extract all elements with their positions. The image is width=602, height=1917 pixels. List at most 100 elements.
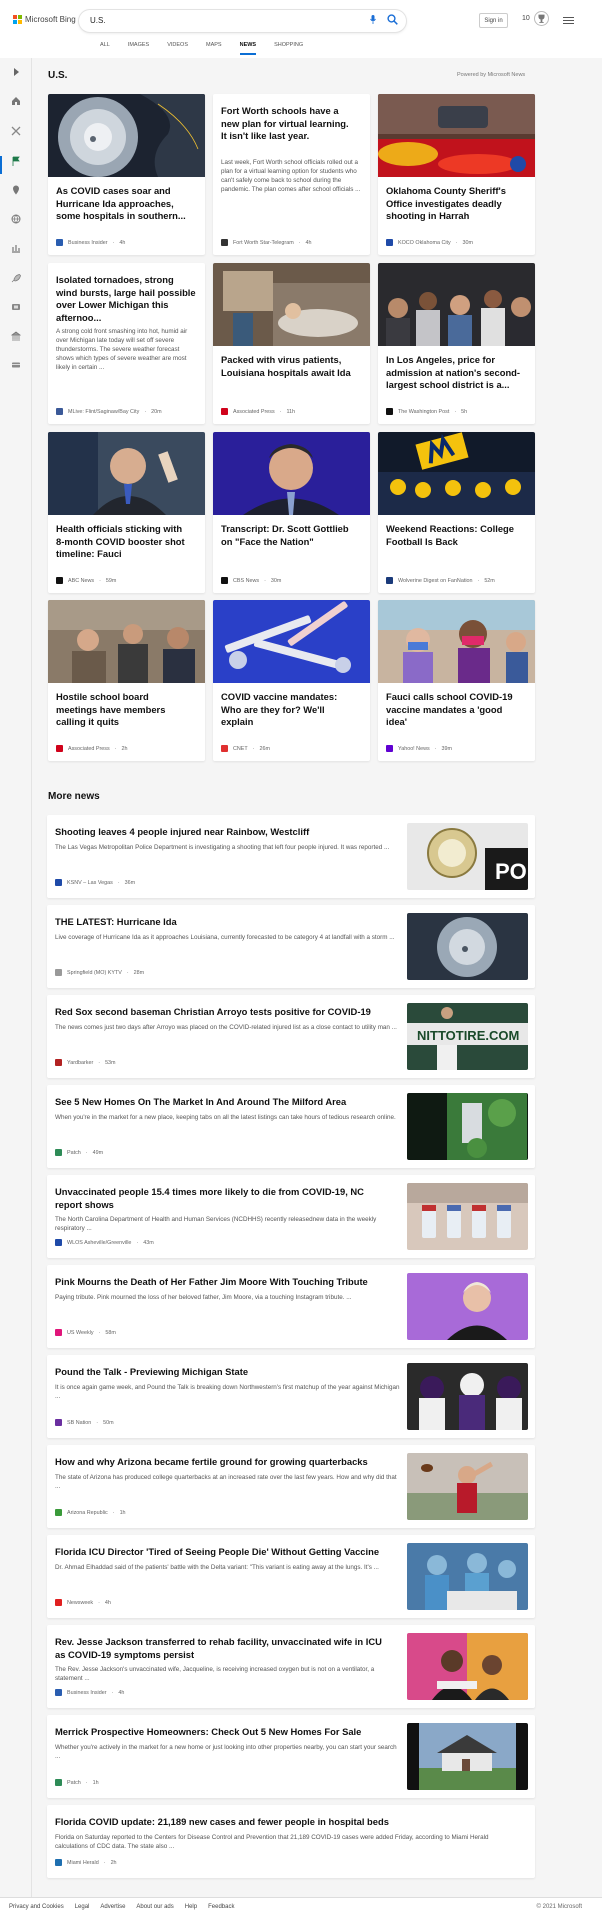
rewards-count[interactable]: 10 — [522, 15, 530, 22]
row-description: The North Carolina Department of Health … — [55, 1216, 377, 1232]
card-title[interactable]: As COVID cases soar and Hurricane Ida ap… — [56, 185, 191, 223]
row-title[interactable]: Florida COVID update: 21,189 new cases a… — [55, 1815, 515, 1828]
row-title[interactable]: How and why Arizona became fertile groun… — [55, 1455, 390, 1468]
row-description: The state of Arizona has produced colleg… — [55, 1474, 397, 1490]
tab-news[interactable]: NEWS — [231, 42, 266, 55]
news-list-item[interactable]: Pink Mourns the Death of Her Father Jim … — [47, 1265, 535, 1348]
card-title[interactable]: Weekend Reactions: College Football Is B… — [386, 523, 521, 548]
card-title[interactable]: COVID vaccine mandates: Who are they for… — [221, 691, 356, 729]
age: 53m — [105, 1059, 116, 1066]
bing-logo[interactable]: Microsoft Bing — [13, 15, 76, 24]
row-source: WLOS Asheville/Greenville · 43m — [55, 1239, 154, 1246]
footer-link-legal[interactable]: Legal — [75, 1904, 90, 1910]
news-list-item[interactable]: Merrick Prospective Homeowners: Check Ou… — [47, 1715, 535, 1798]
news-list-item[interactable]: Shooting leaves 4 people injured near Ra… — [47, 815, 535, 898]
source-logo-icon — [55, 1329, 62, 1336]
source-logo-icon — [55, 879, 62, 886]
news-card[interactable]: As COVID cases soar and Hurricane Ida ap… — [48, 94, 205, 255]
news-card[interactable]: Transcript: Dr. Scott Gottlieb on "Face … — [213, 432, 370, 593]
expand-arrow-icon[interactable] — [11, 67, 21, 77]
flag-icon[interactable] — [11, 156, 21, 166]
source-name: Miami Herald — [67, 1859, 99, 1866]
card-title[interactable]: Hostile school board meetings have membe… — [56, 691, 191, 729]
row-title[interactable]: Pound the Talk - Previewing Michigan Sta… — [55, 1365, 390, 1378]
rail-active-indicator — [0, 156, 2, 174]
news-list-item[interactable]: Rev. Jesse Jackson transferred to rehab … — [47, 1625, 535, 1708]
tab-shopping[interactable]: SHOPPING — [265, 42, 312, 55]
politics-building-icon[interactable] — [11, 331, 21, 341]
news-list-item[interactable]: Pound the Talk - Previewing Michigan Sta… — [47, 1355, 535, 1438]
row-title[interactable]: Shooting leaves 4 people injured near Ra… — [55, 825, 390, 838]
news-card[interactable]: Packed with virus patients, Louisiana ho… — [213, 263, 370, 424]
home-icon[interactable] — [11, 96, 21, 106]
money-card-icon[interactable] — [11, 360, 21, 370]
rewards-trophy-icon[interactable] — [534, 11, 549, 26]
row-title[interactable]: Red Sox second baseman Christian Arroyo … — [55, 1005, 390, 1018]
source-logo-icon — [386, 408, 393, 415]
row-title[interactable]: See 5 New Homes On The Market In And Aro… — [55, 1095, 390, 1108]
tab-videos[interactable]: VIDEOS — [158, 42, 197, 55]
footer-link-about-ads[interactable]: About our ads — [136, 1904, 173, 1910]
svg-text:NITTOTIRE.COM: NITTOTIRE.COM — [417, 1028, 519, 1043]
news-card[interactable]: Hostile school board meetings have membe… — [48, 600, 205, 761]
footer-link-feedback[interactable]: Feedback — [208, 1904, 234, 1910]
card-title[interactable]: Health officials sticking with 8-month C… — [56, 523, 191, 561]
football-players-image — [407, 1363, 528, 1430]
footer-link-advertise[interactable]: Advertise — [100, 1904, 125, 1910]
card-title[interactable]: Isolated tornadoes, strong wind bursts, … — [56, 274, 196, 324]
news-card[interactable]: Health officials sticking with 8-month C… — [48, 432, 205, 593]
source-name: US Weekly — [67, 1329, 94, 1336]
entertainment-icon[interactable] — [11, 302, 21, 312]
row-title[interactable]: Pink Mourns the Death of Her Father Jim … — [55, 1275, 390, 1288]
news-card[interactable]: Weekend Reactions: College Football Is B… — [378, 432, 535, 593]
row-source: SB Nation · 50m — [55, 1419, 114, 1426]
footer-link-help[interactable]: Help — [185, 1904, 197, 1910]
news-card[interactable]: Oklahoma County Sheriff's Office investi… — [378, 94, 535, 255]
card-title[interactable]: Packed with virus patients, Louisiana ho… — [221, 354, 356, 379]
card-title[interactable]: Fort Worth schools have a new plan for v… — [221, 105, 356, 143]
powered-by: Powered by Microsoft News — [457, 72, 526, 78]
tab-images[interactable]: IMAGES — [119, 42, 158, 55]
row-description: Paying tribute. Pink mourned the loss of… — [55, 1294, 352, 1301]
news-card[interactable]: Fauci calls school COVID-19 vaccine mand… — [378, 600, 535, 761]
card-title[interactable]: Transcript: Dr. Scott Gottlieb on "Face … — [221, 523, 356, 548]
row-source: Business Insider · 4h — [55, 1689, 124, 1696]
business-icon[interactable] — [11, 243, 21, 253]
footer-link-privacy[interactable]: Privacy and Cookies — [9, 1904, 64, 1910]
news-card[interactable]: Fort Worth schools have a new plan for v… — [213, 94, 370, 255]
search-query[interactable]: U.S. — [90, 16, 106, 25]
news-card[interactable]: COVID vaccine mandates: Who are they for… — [213, 600, 370, 761]
news-list-item[interactable]: Unvaccinated people 15.4 times more like… — [47, 1175, 535, 1258]
hamburger-menu-icon[interactable] — [563, 17, 574, 25]
news-list-item[interactable]: Florida ICU Director 'Tired of Seeing Pe… — [47, 1535, 535, 1618]
row-title[interactable]: Merrick Prospective Homeowners: Check Ou… — [55, 1725, 390, 1738]
card-title[interactable]: In Los Angeles, price for admission at n… — [386, 354, 521, 392]
microphone-icon[interactable] — [370, 15, 376, 24]
tab-all[interactable]: ALL — [91, 42, 119, 55]
row-title[interactable]: Unvaccinated people 15.4 times more like… — [55, 1185, 390, 1211]
row-title[interactable]: THE LATEST: Hurricane Ida — [55, 915, 390, 928]
age: 4h — [118, 1689, 125, 1696]
science-rocket-icon[interactable] — [11, 273, 21, 283]
news-card[interactable]: In Los Angeles, price for admission at n… — [378, 263, 535, 424]
more-news-title: More news — [48, 791, 100, 802]
trending-icon[interactable] — [11, 126, 21, 136]
news-list-item[interactable]: THE LATEST: Hurricane Ida Live coverage … — [47, 905, 535, 988]
globe-icon[interactable] — [11, 214, 21, 224]
row-title[interactable]: Rev. Jesse Jackson transferred to rehab … — [55, 1635, 390, 1661]
card-title[interactable]: Fauci calls school COVID-19 vaccine mand… — [386, 691, 521, 729]
news-list-item[interactable]: Florida COVID update: 21,189 new cases a… — [47, 1805, 535, 1878]
search-icon[interactable] — [387, 14, 398, 25]
sign-in-button[interactable]: Sign in — [479, 13, 508, 28]
news-list-item[interactable]: See 5 New Homes On The Market In And Aro… — [47, 1085, 535, 1168]
search-input[interactable]: U.S. — [79, 10, 406, 32]
source-name: The Washington Post — [398, 408, 450, 415]
tab-maps[interactable]: MAPS — [197, 42, 231, 55]
news-card[interactable]: Isolated tornadoes, strong wind bursts, … — [48, 263, 205, 424]
row-title[interactable]: Florida ICU Director 'Tired of Seeing Pe… — [55, 1545, 390, 1558]
card-title[interactable]: Oklahoma County Sheriff's Office investi… — [386, 185, 521, 223]
news-list-item[interactable]: Red Sox second baseman Christian Arroyo … — [47, 995, 535, 1078]
location-pin-icon[interactable] — [11, 185, 21, 195]
news-list-item[interactable]: How and why Arizona became fertile groun… — [47, 1445, 535, 1528]
row-description: When you're in the market for a new plac… — [55, 1114, 396, 1121]
